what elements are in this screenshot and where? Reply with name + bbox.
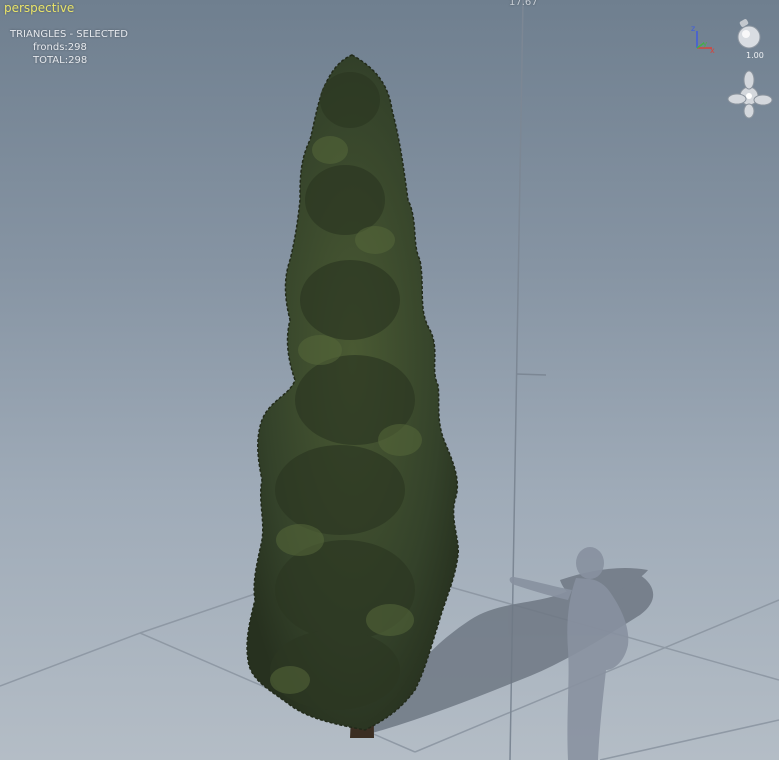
triangle-stats-panel: TRIANGLES - SELECTED fronds:298 TOTAL:29…	[10, 28, 128, 67]
stats-fronds-count: fronds:298	[33, 42, 87, 53]
conifer-tree-model[interactable]	[246, 54, 459, 738]
orbit-propeller-icon[interactable]	[727, 70, 773, 119]
stats-heading: TRIANGLES - SELECTED	[10, 29, 128, 40]
axis-z-label: z	[691, 24, 695, 33]
axis-x-label: x	[710, 46, 715, 55]
3d-viewport[interactable]: z x y perspective 17.67 TRIANGLES - SELE…	[0, 0, 779, 760]
lightbulb-intensity-value: 1.00	[746, 51, 764, 60]
ruler-height-label: 17.67	[509, 0, 538, 8]
stats-total-count: TOTAL:298	[33, 55, 88, 66]
scene-canvas[interactable]: z x y	[0, 0, 779, 760]
lightbulb-icon[interactable]	[737, 18, 761, 49]
axis-y-label: y	[703, 40, 707, 48]
view-name-label[interactable]: perspective	[4, 2, 74, 15]
